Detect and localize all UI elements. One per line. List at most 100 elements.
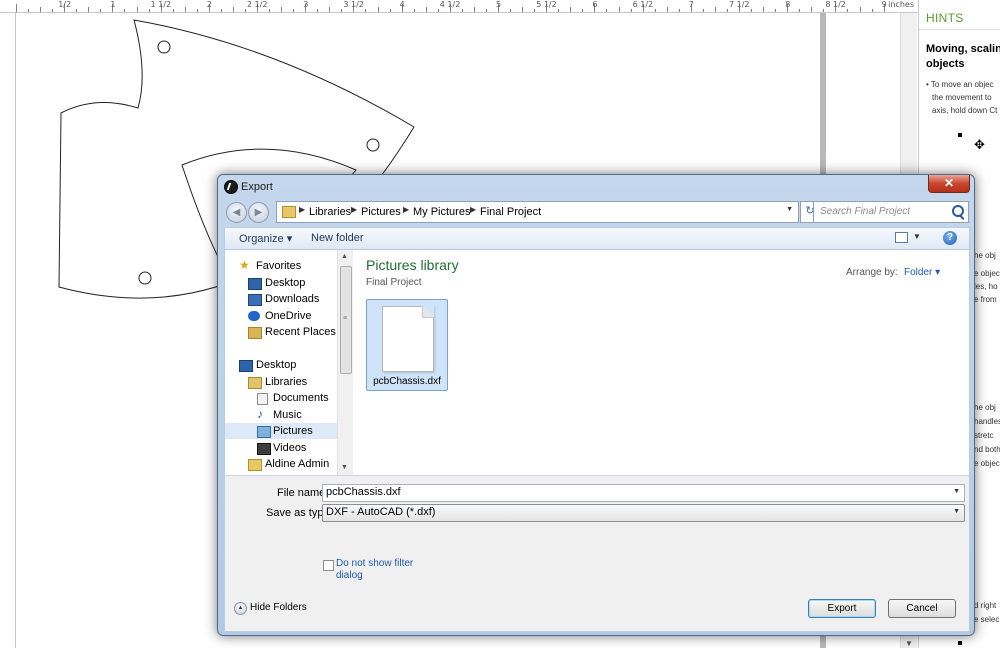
cloud-icon: [248, 311, 260, 321]
ruler-tick: [461, 9, 463, 12]
ruler-tick: [172, 9, 174, 12]
address-bar[interactable]: ▶ Libraries ▶ Pictures ▶ My Pictures ▶ F…: [276, 201, 799, 223]
ruler-tick: [413, 9, 415, 12]
forward-button[interactable]: ▶: [248, 202, 269, 223]
nav-onedrive[interactable]: OneDrive: [225, 308, 340, 324]
ruler-tick: [485, 9, 487, 12]
file-name: pcbChassis.dxf: [373, 376, 441, 387]
ruler-tick: [196, 9, 198, 12]
horizontal-ruler: inches 1/2 1 1 1/2 2 2 1/2 3 3 1/2 4 4 1/2 5 5 1/2…: [0, 0, 918, 13]
music-icon: ♪: [257, 407, 263, 421]
ruler-tick: [606, 9, 608, 12]
ruler-tick: [389, 9, 391, 12]
nav-pictures[interactable]: Pictures: [225, 423, 340, 439]
save-as-type-select[interactable]: DXF - AutoCAD (*.dxf) ▼: [322, 504, 965, 522]
hints-title-line: objects: [926, 58, 965, 70]
close-button[interactable]: ✕: [928, 175, 970, 193]
scroll-down-arrow-icon[interactable]: ▼: [905, 639, 913, 648]
breadcrumb-pictures[interactable]: Pictures: [361, 206, 401, 218]
nav-user-folder[interactable]: Aldine Admin: [225, 456, 340, 472]
ruler-tick: [871, 9, 873, 12]
organize-button[interactable]: Organize ▾: [239, 232, 292, 245]
ruler-tick: [76, 9, 78, 12]
nav-downloads[interactable]: Downloads: [225, 291, 340, 307]
ruler-tick: [582, 9, 584, 12]
ruler-tick: [100, 9, 102, 12]
chevron-down-icon[interactable]: ▼: [913, 232, 921, 241]
ruler-label: 4: [399, 0, 405, 9]
file-name-value: pcbChassis.dxf: [326, 486, 401, 498]
chevron-down-icon[interactable]: ▼: [953, 488, 960, 495]
nav-music[interactable]: ♪ Music: [225, 407, 340, 423]
handle-square-icon: [958, 133, 962, 137]
scroll-up-arrow-icon[interactable]: ▲: [341, 253, 348, 260]
ruler-label: 5 1/2: [536, 0, 557, 9]
chevron-down-icon[interactable]: ▼: [953, 508, 960, 515]
scroll-down-arrow-icon[interactable]: ▼: [341, 464, 348, 471]
vertical-ruler: [0, 13, 16, 648]
breadcrumb-separator-icon[interactable]: ▶: [470, 205, 476, 214]
search-input[interactable]: Search Final Project: [813, 201, 969, 223]
help-icon[interactable]: ?: [943, 231, 957, 245]
ruler-label: 5: [496, 0, 502, 9]
ruler-label: 1: [110, 0, 116, 9]
ruler-tick: [666, 7, 668, 12]
libraries-icon: [248, 377, 262, 389]
breadcrumb-final-project[interactable]: Final Project: [480, 206, 541, 218]
nav-libraries[interactable]: Libraries: [225, 374, 340, 390]
nav-pane-scrollbar[interactable]: ▲ ≡ ▼: [337, 250, 353, 476]
handle-square-icon: [958, 641, 962, 645]
arrange-by-dropdown[interactable]: Folder ▾: [904, 267, 940, 278]
cancel-button[interactable]: Cancel: [888, 599, 956, 618]
ruler-tick: [52, 9, 54, 12]
library-title: Pictures library: [366, 257, 459, 273]
file-name-input[interactable]: pcbChassis.dxf ▼: [322, 484, 965, 502]
ruler-label: 3 1/2: [343, 0, 364, 9]
nav-favorites[interactable]: ★ Favorites: [225, 258, 340, 274]
chevron-down-icon[interactable]: ▼: [786, 206, 793, 213]
ruler-label: 1/2: [58, 0, 72, 9]
checkbox-label-line: dialog: [336, 570, 363, 581]
export-button[interactable]: Export: [808, 599, 876, 618]
scrollbar-grip-icon: ≡: [343, 315, 348, 322]
hints-fragment-a2: les, ho: [974, 282, 998, 291]
ruler-tick: [269, 9, 271, 12]
mount-hole: [138, 271, 152, 285]
hints-header: HINTS: [919, 0, 1000, 30]
nav-desktop[interactable]: Desktop: [225, 275, 340, 291]
nav-videos[interactable]: Videos: [225, 440, 340, 456]
dialog-titlebar[interactable]: Export ✕: [218, 175, 974, 199]
star-icon: ★: [239, 258, 250, 272]
file-item[interactable]: pcbChassis.dxf: [366, 299, 448, 391]
change-view-icon[interactable]: [895, 232, 908, 243]
hints-fragment-c1: e selec: [974, 615, 1000, 624]
ruler-tick: [28, 9, 30, 12]
ruler-tick: [244, 9, 246, 12]
ruler-tick: [425, 7, 427, 12]
breadcrumb-my-pictures[interactable]: My Pictures: [413, 206, 470, 218]
new-folder-button[interactable]: New folder: [311, 232, 364, 244]
checkbox-label[interactable]: Do not show filter dialog: [336, 558, 413, 582]
hints-fragment-a1: e objec: [974, 269, 1000, 278]
search-icon[interactable]: [952, 205, 964, 217]
ruler-tick: [293, 9, 295, 12]
breadcrumb-separator-icon[interactable]: ▶: [351, 205, 357, 214]
nav-recent-places[interactable]: Recent Places: [225, 324, 340, 340]
do-not-show-filter-checkbox[interactable]: [323, 560, 334, 571]
hints-fragment-c0: d right: [974, 601, 997, 610]
nav-documents[interactable]: Documents: [225, 390, 340, 406]
hints-bullet-line: • To move an objec: [926, 80, 994, 89]
ruler-label: 7: [688, 0, 694, 9]
checkbox-label-line: Do not show filter: [336, 558, 414, 569]
ruler-tick: [763, 7, 765, 12]
ruler-tick: [136, 7, 138, 12]
desktop-icon: [248, 278, 262, 290]
documents-icon: [257, 393, 268, 405]
back-button[interactable]: ◀: [226, 202, 247, 223]
user-folder-icon: [248, 459, 262, 471]
breadcrumb-separator-icon[interactable]: ▶: [403, 205, 409, 214]
nav-desktop-root[interactable]: Desktop: [225, 357, 340, 373]
breadcrumb-libraries[interactable]: Libraries: [309, 206, 351, 218]
nav-label: Favorites: [256, 260, 302, 272]
breadcrumb-separator-icon[interactable]: ▶: [299, 205, 305, 214]
